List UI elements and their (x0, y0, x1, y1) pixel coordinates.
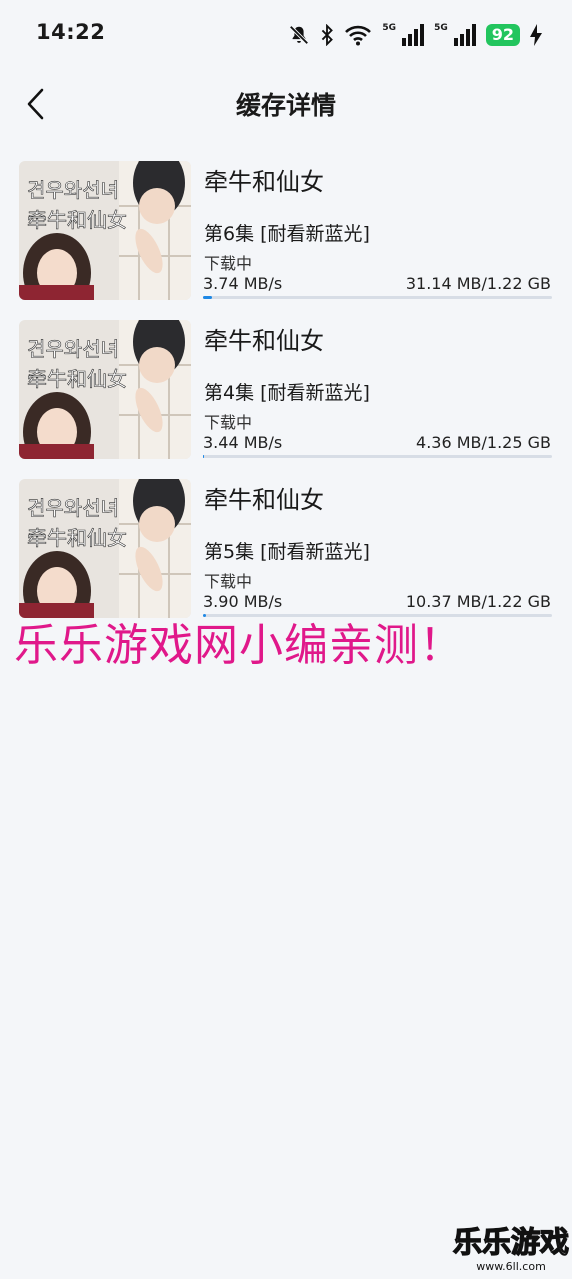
bell-off-icon (289, 25, 309, 45)
status-icons: 5G 5G 92 (288, 22, 542, 48)
video-thumbnail: 견우와선녀 牵牛和仙女 (19, 479, 191, 618)
task-title: 牵牛和仙女 (204, 168, 324, 196)
bluetooth-icon (322, 24, 334, 46)
page: 14:22 5G 5G 92 缓存详情 견우와선녀 牵牛和仙女 牵牛和仙女 第6… (0, 0, 572, 1279)
task-title: 牵牛和仙女 (204, 327, 324, 355)
thumbnail-chinese-title: 牵牛和仙女 (27, 208, 127, 232)
task-size: 4.36 MB/1.25 GB (416, 433, 551, 452)
task-status: 下载中 (204, 572, 253, 591)
status-time: 14:22 (36, 20, 106, 44)
task-episode: 第6集 [耐看新蓝光] (204, 223, 370, 245)
progress-bar (203, 296, 552, 299)
signal-5g-icon (402, 24, 425, 46)
thumbnail-chinese-title: 牵牛和仙女 (27, 526, 127, 550)
battery-icon: 92 (485, 24, 520, 46)
download-task-item[interactable]: 견우와선녀 牵牛和仙女 牵牛和仙女 第4集 [耐看新蓝光] 下载中 3.44 M… (0, 319, 572, 478)
signal-label-1: 5G (382, 23, 397, 33)
wifi-icon (345, 25, 372, 46)
thumbnail-korean-title: 견우와선녀 (27, 337, 119, 361)
thumbnail-chinese-title: 牵牛和仙女 (27, 367, 127, 391)
progress-bar (203, 455, 552, 458)
download-task-item[interactable]: 견우와선녀 牵牛和仙女 牵牛和仙女 第6集 [耐看新蓝光] 下载中 3.74 M… (0, 160, 572, 319)
task-size: 31.14 MB/1.22 GB (405, 274, 551, 293)
signal-5g-icon-2 (453, 24, 476, 46)
task-episode: 第4集 [耐看新蓝光] (204, 382, 370, 404)
task-episode: 第5集 [耐看新蓝光] (204, 541, 370, 563)
task-speed: 3.74 MB/s (203, 274, 283, 293)
watermark-logo-url: www.6ll.com (476, 1260, 546, 1273)
download-task-list: 견우와선녀 牵牛和仙女 牵牛和仙女 第6集 [耐看新蓝光] 下载中 3.74 M… (0, 160, 572, 637)
watermark-caption: 乐乐游戏网小编亲测！ (14, 620, 464, 671)
header: 缓存详情 (0, 72, 572, 134)
charging-icon (530, 24, 542, 46)
watermark-logo-text: 乐乐游戏 (452, 1224, 569, 1259)
video-thumbnail: 견우와선녀 牵牛和仙女 (19, 320, 191, 459)
video-thumbnail: 견우와선녀 牵牛和仙女 (19, 161, 191, 300)
task-speed: 3.44 MB/s (203, 433, 283, 452)
progress-fill (203, 455, 205, 458)
task-status: 下载中 (204, 413, 253, 432)
task-status: 下载中 (204, 254, 253, 273)
page-title: 缓存详情 (235, 91, 336, 120)
task-title: 牵牛和仙女 (204, 486, 324, 514)
progress-fill (203, 296, 212, 299)
watermark-logo: 乐乐游戏 www.6ll.com (452, 1224, 570, 1279)
thumbnail-korean-title: 견우와선녀 (27, 496, 119, 520)
thumbnail-korean-title: 견우와선녀 (27, 178, 119, 202)
signal-label-2: 5G (434, 23, 448, 33)
status-bar: 14:22 5G 5G 92 (0, 0, 572, 68)
